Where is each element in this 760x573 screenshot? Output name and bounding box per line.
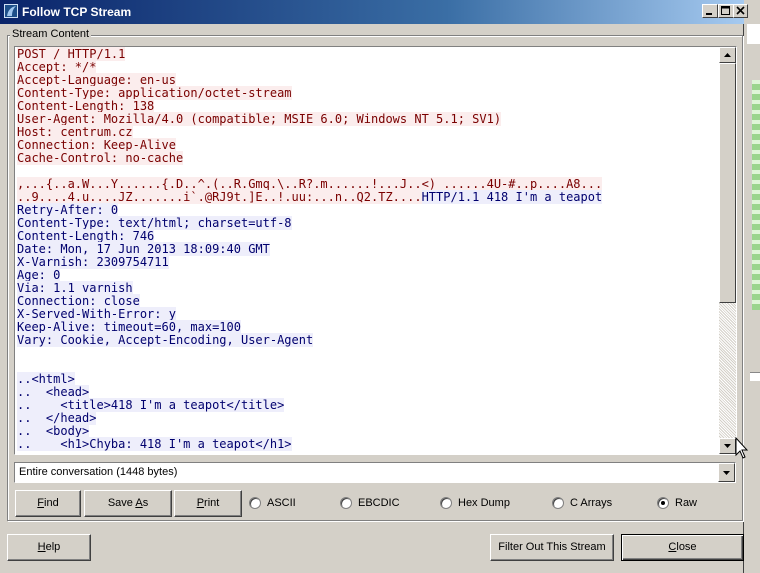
stream-line: .. <title>418 I'm a teapot</title>	[17, 398, 717, 412]
close-label-rest: lose	[676, 541, 697, 553]
background-panel-lower	[750, 372, 760, 381]
save-as-button[interactable]: Save As	[84, 490, 172, 517]
close-button[interactable]	[733, 4, 748, 18]
stream-server-text: X-Varnish: 2309754711	[17, 255, 169, 269]
stream-server-text: .. <head>	[17, 385, 90, 399]
stream-server-text: Age: 0	[17, 268, 61, 282]
stream-line: Vary: Cookie, Accept-Encoding, User-Agen…	[17, 333, 717, 347]
minimize-icon	[706, 13, 712, 15]
stream-text[interactable]: POST / HTTP/1.1 Accept: */* Accept-Languag…	[17, 47, 717, 451]
maximize-button[interactable]	[718, 4, 734, 18]
stream-line	[17, 347, 717, 360]
scroll-down-button[interactable]	[719, 438, 736, 454]
stream-client-text: Host: centrum.cz	[17, 125, 133, 139]
stream-server-text: .. <body>	[17, 424, 90, 438]
arrow-down-icon	[724, 444, 731, 448]
stream-server-text: Content-Length: 746	[17, 229, 155, 243]
save-as-label-rest: s	[142, 497, 149, 509]
close-dialog-button[interactable]: Close	[621, 534, 744, 561]
format-label: Raw	[675, 497, 698, 509]
format-label: ASCII	[267, 497, 296, 509]
radio-circle[interactable]	[249, 497, 261, 509]
arrow-up-icon	[724, 53, 731, 57]
stream-line: Cache-Control: no-cache	[17, 151, 717, 165]
stream-server-text: ..<html>	[17, 372, 75, 386]
stream-client-text: Content-Type: application/octet-stream	[17, 86, 292, 100]
stream-server-text: Retry-After: 0	[17, 203, 119, 217]
stream-server-text: Date: Mon, 17 Jun 2013 18:09:40 GMT	[17, 242, 270, 256]
print-button[interactable]: Print	[174, 490, 242, 517]
filter-out-stream-button[interactable]: Filter Out This Stream	[490, 534, 614, 561]
mouse-cursor-icon	[735, 437, 749, 459]
filter-out-label: Filter Out This Stream	[498, 541, 606, 553]
stream-line: POST / HTTP/1.1	[17, 47, 717, 61]
format-label: EBCDIC	[358, 497, 400, 509]
stream-content-textarea[interactable]: POST / HTTP/1.1 Accept: */* Accept-Languag…	[14, 46, 737, 455]
background-packet-list	[752, 80, 760, 310]
stream-client-text: POST / HTTP/1.1	[17, 47, 126, 61]
conversation-dropdown-button[interactable]	[718, 463, 735, 482]
stream-client-text: Accept-Language: en-us	[17, 73, 176, 87]
title-bar[interactable]: Follow TCP Stream	[0, 0, 748, 24]
radio-circle[interactable]	[552, 497, 564, 509]
stream-line: ..<html>	[17, 372, 717, 386]
save-as-mnemonic: A	[135, 497, 143, 509]
close-icon	[736, 6, 745, 15]
stream-line: .. </head>	[17, 411, 717, 425]
help-mnemonic: H	[37, 541, 46, 553]
help-label-rest: elp	[45, 541, 61, 553]
window-title: Follow TCP Stream	[22, 5, 132, 19]
stream-client-text: ,...{..a.W...Y......{.D..^.(..R.Gmq.\..R…	[17, 177, 603, 191]
stream-client-text: Content-Length: 138	[17, 99, 155, 113]
radio-circle[interactable]	[340, 497, 352, 509]
save-as-label-pre: Save	[107, 497, 136, 509]
minimize-button[interactable]	[702, 4, 718, 18]
stream-server-text: .. <h1>Chyba: 418 I'm a teapot</h1>	[17, 437, 292, 451]
stream-client-text: Connection: Keep-Alive	[17, 138, 176, 152]
stream-client-text: User-Agent: Mozilla/4.0 (compatible; MSI…	[17, 112, 502, 126]
stream-server-text: Via: 1.1 varnish	[17, 281, 133, 295]
scroll-thumb[interactable]	[719, 63, 736, 303]
stream-client-text: Cache-Control: no-cache	[17, 151, 184, 165]
stream-line: ..9....4.u....JZ.......i`.@RJ9t.]E..!.uu…	[17, 190, 717, 204]
stream-line: .. <h1>Chyba: 418 I'm a teapot</h1>	[17, 437, 717, 451]
stream-server-text: Connection: close	[17, 294, 140, 308]
print-label-rest: rint	[204, 497, 220, 509]
find-button[interactable]: Find	[15, 490, 81, 517]
stream-server-text: Keep-Alive: timeout=60, max=100	[17, 320, 241, 334]
format-label: Hex Dump	[458, 497, 510, 509]
stream-server-text: Content-Type: text/html; charset=utf-8	[17, 216, 292, 230]
radio-circle[interactable]	[440, 497, 452, 509]
stream-server-text: .. <title>418 I'm a teapot</title>	[17, 398, 285, 412]
follow-tcp-stream-dialog: Follow TCP Stream Stream Content POST / …	[0, 0, 748, 573]
format-label: C Arrays	[570, 497, 613, 509]
stream-vertical-scrollbar[interactable]	[719, 47, 736, 454]
stream-line: X-Varnish: 2309754711	[17, 255, 717, 269]
stream-server-text: Vary: Cookie, Accept-Encoding, User-Agen…	[17, 333, 314, 347]
help-button[interactable]: Help	[7, 534, 91, 561]
print-mnemonic: P	[196, 497, 205, 509]
stream-client-text: Accept: */*	[17, 60, 97, 74]
stream-line	[17, 360, 717, 373]
find-mnemonic: F	[37, 497, 45, 509]
background-application-strip	[744, 0, 760, 573]
stream-server-segment: HTTP/1.1 418 I'm a teapot	[421, 190, 603, 204]
stream-client-segment: ..9....4.u....JZ.......i`.@RJ9t.]E..!.uu…	[17, 190, 422, 204]
background-panel	[747, 24, 760, 44]
conversation-select-value: Entire conversation (1448 bytes)	[19, 466, 178, 478]
find-label-rest: ind	[44, 497, 59, 509]
conversation-select[interactable]: Entire conversation (1448 bytes)	[14, 462, 736, 483]
stream-server-text: .. </head>	[17, 411, 97, 425]
chevron-down-icon	[723, 471, 730, 475]
maximize-icon	[721, 6, 730, 15]
wireshark-fin-icon	[4, 4, 18, 18]
stream-server-text: X-Served-With-Error: y	[17, 307, 176, 321]
stream-content-legend: Stream Content	[10, 28, 92, 40]
scroll-up-button[interactable]	[719, 47, 736, 63]
scroll-track[interactable]	[719, 303, 736, 438]
radio-circle-selected[interactable]	[657, 497, 669, 509]
